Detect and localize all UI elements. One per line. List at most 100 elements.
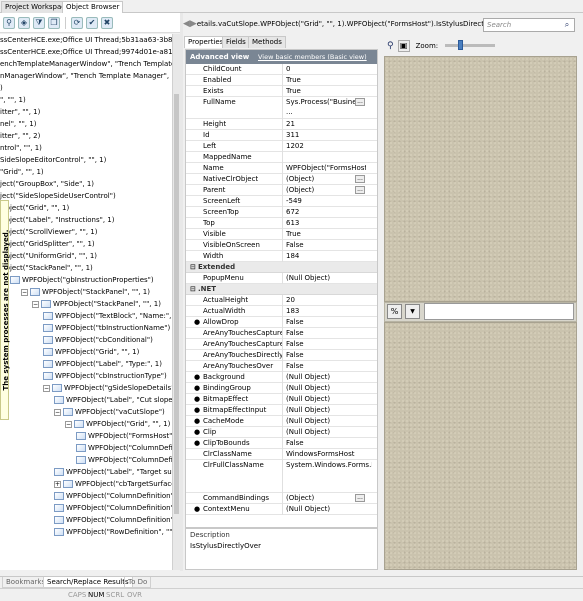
property-value[interactable]: False xyxy=(286,317,366,327)
object-spy-icon[interactable]: ⚲ xyxy=(3,16,15,29)
property-row[interactable]: ClrClassName WindowsFormsHost xyxy=(186,449,377,460)
tree-node[interactable]: Object("UniformGrid", "", 1) xyxy=(0,250,97,262)
tree-node[interactable]: "Grid", "", 1) xyxy=(0,166,44,178)
tree-node[interactable]: ssCenterHCE.exe;Office UI Thread;5b31aa6… xyxy=(0,34,172,46)
property-value[interactable]: False xyxy=(286,350,366,360)
property-row[interactable]: ● BitmapEffect (Null Object) xyxy=(186,394,377,405)
tree-node[interactable]: Object("GridSplitter", "", 1) xyxy=(0,238,95,250)
property-value[interactable]: 311 xyxy=(286,130,366,140)
property-row[interactable]: Height 21 xyxy=(186,119,377,130)
property-value[interactable]: 1202 xyxy=(286,141,366,151)
property-row[interactable]: VisibleOnScreen False xyxy=(186,240,377,251)
tree-node[interactable]: WPFObject("ColumnDefin xyxy=(76,442,172,454)
back-arrow-icon[interactable]: ◀ xyxy=(183,19,190,29)
property-category[interactable]: ⊟ Extended xyxy=(186,262,377,273)
tree-node[interactable]: nManagerWindow", "Trench Template Manage… xyxy=(0,70,172,82)
property-value[interactable]: WPFObject("FormsHost") xyxy=(286,163,366,173)
property-value[interactable]: (Null Object) xyxy=(286,273,366,283)
tree-node[interactable]: enchTemplateManagerWindow", "Trench Temp… xyxy=(0,58,172,70)
chevron-down-icon[interactable]: ▼ xyxy=(405,304,420,319)
property-value[interactable]: 21 xyxy=(286,119,366,129)
tree-scrollbar-thumb[interactable] xyxy=(174,94,179,514)
tree-node[interactable]: − WPFObject("Grid", "", 1) xyxy=(65,418,170,430)
property-row[interactable]: ● ContextMenu (Null Object) xyxy=(186,504,377,515)
property-row[interactable]: ● Clip (Null Object) xyxy=(186,427,377,438)
property-value[interactable]: True xyxy=(286,229,366,239)
tree-node[interactable]: nel", "", 1) xyxy=(0,118,36,130)
property-value[interactable]: False xyxy=(286,328,366,338)
tree-node[interactable]: itter", "", 2) xyxy=(0,130,40,142)
property-row[interactable]: Exists True xyxy=(186,86,377,97)
property-value[interactable]: 184 xyxy=(286,251,366,261)
delete-icon[interactable]: ✖ xyxy=(101,16,113,29)
property-value[interactable]: (Null Object) xyxy=(286,504,366,514)
property-row[interactable]: ● BindingGroup (Null Object) xyxy=(186,383,377,394)
ellipsis-button[interactable]: ... xyxy=(355,494,365,502)
pane-splitter[interactable] xyxy=(180,13,183,571)
tree-node[interactable]: WPFObject("Label", "Type:", 1) xyxy=(43,358,162,370)
tree-node[interactable]: WPFObject("Label", "Target surf xyxy=(54,466,172,478)
tree-node[interactable]: WPFObject("TextBlock", "Name:", 1) xyxy=(43,310,172,322)
property-value[interactable]: (Null Object) xyxy=(286,416,366,426)
property-value[interactable]: (Object) xyxy=(286,174,366,184)
property-value[interactable]: 183 xyxy=(286,306,366,316)
percent-icon[interactable]: % xyxy=(387,304,402,319)
collapse-icon[interactable]: − xyxy=(43,384,50,392)
property-value[interactable]: 20 xyxy=(286,295,366,305)
highlight-icon[interactable]: ◈ xyxy=(18,16,30,29)
property-value[interactable]: False xyxy=(286,361,366,371)
property-value[interactable]: True xyxy=(286,86,366,96)
property-row[interactable]: ● ClipToBounds False xyxy=(186,438,377,449)
tree-node[interactable]: WPFObject("tbInstructionName") xyxy=(43,322,170,334)
tab-properties[interactable]: Properties xyxy=(184,36,228,48)
refresh-icon[interactable]: ⟳ xyxy=(71,16,83,29)
tree-scrollbar[interactable] xyxy=(172,34,180,570)
tree-node[interactable]: WPFObject("FormsHost") xyxy=(76,430,172,442)
tab-search-replace-results[interactable]: Search/Replace Results xyxy=(43,577,133,588)
ellipsis-button[interactable]: ... xyxy=(355,98,365,106)
tree-node[interactable]: − WPFObject("vaCutSlope") xyxy=(54,406,165,418)
property-row[interactable]: Enabled True xyxy=(186,75,377,86)
property-row[interactable]: NativeClrObject (Object)... xyxy=(186,174,377,185)
property-row[interactable]: ● BitmapEffectInput (Null Object) xyxy=(186,405,377,416)
tree-node[interactable]: Object("Label", "Instructions", 1) xyxy=(0,214,115,226)
tree-node[interactable]: − WPFObject("gSideSlopeDetails") xyxy=(43,382,172,394)
fit-icon[interactable]: ▣ xyxy=(397,39,410,52)
property-value[interactable]: False xyxy=(286,339,366,349)
property-value[interactable]: (Object) xyxy=(286,493,366,503)
basic-view-link[interactable]: View basic members (Basic view) xyxy=(258,50,367,64)
tree-node[interactable]: + WPFObject("cbTargetSurface") xyxy=(54,478,172,490)
tree-node[interactable]: WPFObject("ColumnDefinition", " xyxy=(54,514,172,526)
copy-icon[interactable]: ❐ xyxy=(48,16,60,29)
property-row[interactable]: Top 613 xyxy=(186,218,377,229)
property-row[interactable]: AreAnyTouchesDirectlyOvFalse xyxy=(186,350,377,361)
collapse-icon[interactable]: − xyxy=(54,408,61,416)
tree-node[interactable]: ject("SideSlopeSideUserControl") xyxy=(0,190,116,202)
property-value[interactable]: (Null Object) xyxy=(286,427,366,437)
property-row[interactable]: AreAnyTouchesCaptured False xyxy=(186,328,377,339)
property-value[interactable]: (Null Object) xyxy=(286,394,366,404)
property-row[interactable]: MappedName xyxy=(186,152,377,163)
zoom-slider[interactable] xyxy=(445,44,495,47)
collapse-icon[interactable]: ⊟ xyxy=(190,262,198,273)
property-value[interactable]: False xyxy=(286,438,366,448)
property-row[interactable]: Left 1202 xyxy=(186,141,377,152)
property-value[interactable]: System.Windows.Forms.Integration.Windows… xyxy=(286,460,372,470)
property-row[interactable]: Width 184 xyxy=(186,251,377,262)
tree-node[interactable]: ntrol", "", 1) xyxy=(0,142,42,154)
tree-node[interactable]: SideSlopeEditorControl", "", 1) xyxy=(0,154,106,166)
object-tree[interactable]: ssCenterHCE.exe;Office UI Thread;5b31aa6… xyxy=(0,34,172,570)
tree-node[interactable]: WPFObject("RowDefinition", "" xyxy=(54,526,172,538)
property-row[interactable]: Visible True xyxy=(186,229,377,240)
tree-node[interactable]: Object("StackPanel", "", 1) xyxy=(0,262,93,274)
property-row[interactable]: ChildCount 0 xyxy=(186,64,377,75)
property-value[interactable]: 613 xyxy=(286,218,366,228)
property-row[interactable]: ScreenTop 672 xyxy=(186,207,377,218)
property-category[interactable]: ⊟ .NET xyxy=(186,284,377,295)
tree-node[interactable]: ) xyxy=(0,82,3,94)
property-value[interactable]: 0 xyxy=(286,64,366,74)
property-row[interactable]: ● CacheMode (Null Object) xyxy=(186,416,377,427)
search-icon[interactable]: ⌕ xyxy=(561,19,573,31)
property-value[interactable]: (Null Object) xyxy=(286,372,366,382)
property-row[interactable]: ScreenLeft -549 xyxy=(186,196,377,207)
